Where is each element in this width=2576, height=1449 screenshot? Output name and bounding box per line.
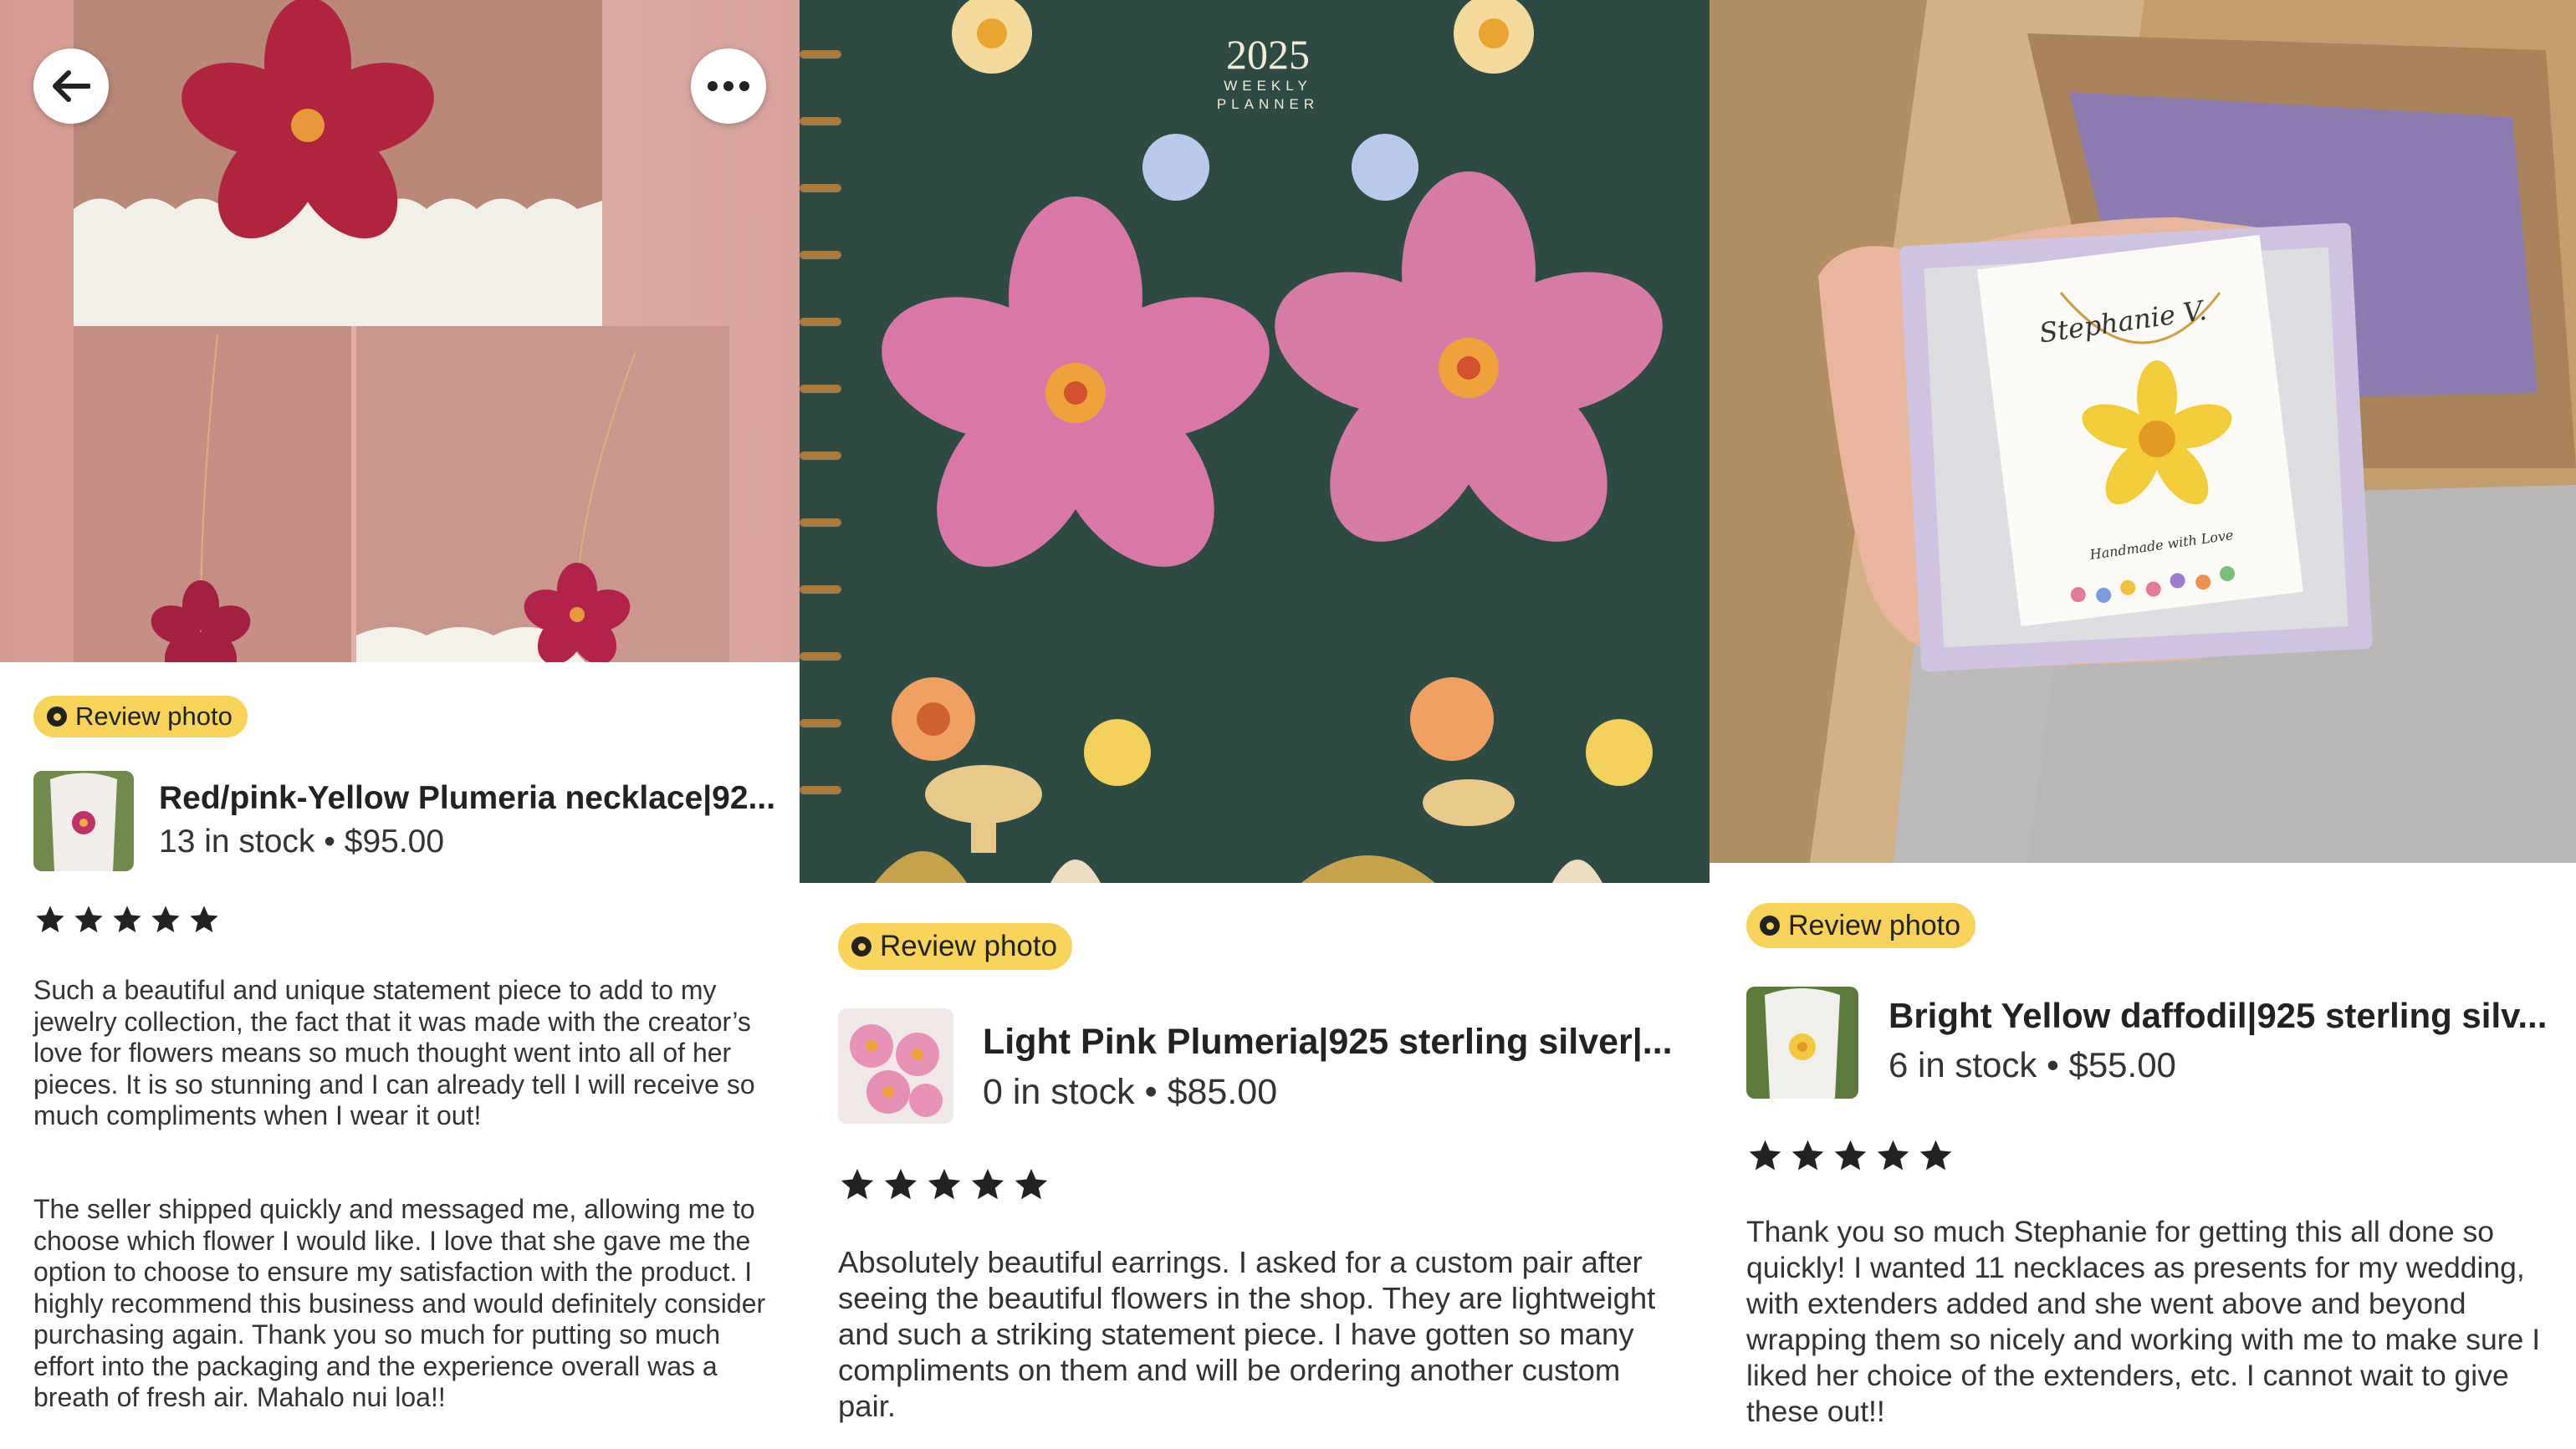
- camera-icon: [1760, 916, 1780, 936]
- necklace-thumbnail-image: [33, 771, 134, 871]
- product-stock-price: 6 in stock • $55.00: [1889, 1045, 2176, 1084]
- back-button[interactable]: [33, 48, 109, 124]
- earrings-thumbnail-image: [838, 1008, 953, 1124]
- review-text-paragraph-2: The seller shipped quickly and messaged …: [33, 1194, 766, 1412]
- review-photo-3[interactable]: Stephanie V. Handmade with Love: [1710, 0, 2576, 863]
- plumeria-necklace-photo: [0, 0, 800, 662]
- star-icon: [1919, 1140, 1952, 1171]
- product-title[interactable]: Light Pink Plumeria|925 sterling silver|…: [983, 1022, 1673, 1063]
- review-photo-badge: Review photo: [33, 696, 248, 737]
- review-text: Thank you so much Stephanie for getting …: [1746, 1215, 2541, 1428]
- review-photo-2[interactable]: 2025 WEEKLY PLANNER: [800, 0, 1710, 883]
- product-title[interactable]: Bright Yellow daffodil|925 sterling silv…: [1889, 996, 2547, 1036]
- review-card-2[interactable]: 2025 WEEKLY PLANNER Review photo Light P…: [800, 0, 1710, 1449]
- star-icon: [1749, 1140, 1781, 1171]
- star-icon: [1015, 1168, 1048, 1200]
- product-thumbnail[interactable]: [33, 771, 134, 871]
- daffodil-necklace-box-photo: Stephanie V. Handmade with Love: [1710, 0, 2576, 863]
- review-photo-1[interactable]: [0, 0, 800, 662]
- product-stock-price: 0 in stock • $85.00: [983, 1072, 1278, 1112]
- camera-icon: [851, 936, 871, 957]
- planner-label-planner: PLANNER: [1217, 96, 1319, 112]
- star-icon: [1834, 1140, 1867, 1171]
- more-options-icon: [708, 81, 749, 91]
- star-icon: [190, 906, 218, 932]
- star-icon: [113, 906, 141, 932]
- star-icon: [36, 906, 64, 932]
- review-photo-badge: Review photo: [838, 923, 1073, 970]
- star-icon: [928, 1168, 961, 1200]
- star-icon: [1877, 1140, 1909, 1171]
- star-icon: [971, 1168, 1004, 1200]
- product-thumbnail[interactable]: [838, 1008, 953, 1124]
- review-text-paragraph-1: Such a beautiful and unique statement pi…: [33, 975, 755, 1130]
- product-stock-price: 13 in stock • $95.00: [159, 824, 445, 860]
- planner-year: 2025: [1226, 31, 1310, 78]
- product-thumbnail[interactable]: [1746, 987, 1858, 1099]
- star-rating: [1746, 1137, 1955, 1175]
- more-options-button[interactable]: [691, 48, 766, 124]
- daffodil-thumbnail-image: [1746, 987, 1858, 1099]
- camera-icon: [47, 707, 67, 727]
- review-text: Absolutely beautiful earrings. I asked f…: [838, 1245, 1656, 1423]
- star-icon: [1791, 1140, 1824, 1171]
- planner-label-weekly: WEEKLY: [1224, 78, 1312, 94]
- star-icon: [151, 906, 180, 932]
- review-photo-badge: Review photo: [1746, 903, 1976, 948]
- review-card-1[interactable]: Review photo Red/pink-Yellow Plumeria ne…: [0, 0, 800, 1449]
- star-rating: [33, 903, 221, 936]
- back-arrow-icon: [53, 70, 90, 102]
- star-icon: [884, 1168, 917, 1200]
- star-icon: [74, 906, 103, 932]
- plumeria-earrings-photo: 2025 WEEKLY PLANNER: [800, 0, 1710, 883]
- star-icon: [841, 1168, 874, 1200]
- review-card-3[interactable]: Stephanie V. Handmade with Love Review p…: [1710, 0, 2576, 1449]
- star-rating: [838, 1166, 1050, 1204]
- product-title[interactable]: Red/pink-Yellow Plumeria necklace|92...: [159, 780, 775, 817]
